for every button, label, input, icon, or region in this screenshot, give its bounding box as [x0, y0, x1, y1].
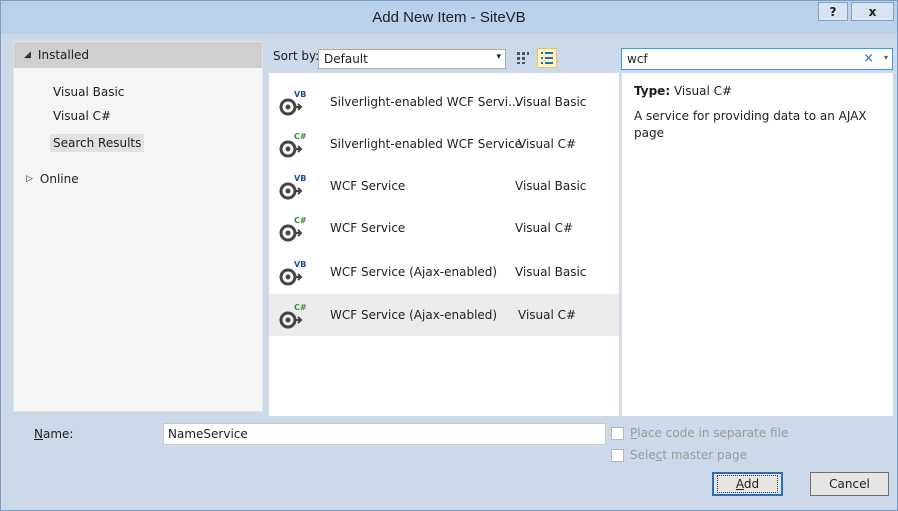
type-label: Type:: [634, 84, 671, 98]
add-button[interactable]: Add: [712, 472, 783, 496]
item-language: Visual C#: [518, 137, 577, 151]
svg-text:VB: VB: [294, 174, 306, 183]
svg-text:C#: C#: [294, 303, 307, 312]
dialog-title: Add New Item - SiteVB: [372, 9, 526, 26]
tree-node-installed[interactable]: ◢ Installed: [14, 42, 262, 68]
grid-view-icon: [517, 52, 529, 64]
online-label: Online: [39, 172, 79, 186]
wcf-service-icon: C#: [279, 132, 307, 158]
place-code-separate-checkbox[interactable]: Place code in separate file: [611, 426, 788, 440]
wcf-service-icon: VB: [279, 174, 306, 200]
item-name: WCF Service (Ajax-enabled): [330, 308, 498, 322]
item-details-pane: Type: Visual C# A service for providing …: [621, 73, 893, 416]
template-tree: ◢ Installed Visual Basic Visual C# Searc…: [13, 41, 263, 412]
svg-text:VB: VB: [294, 260, 306, 269]
search-input[interactable]: wcf × ▾: [621, 48, 893, 70]
item-name: WCF Service: [330, 179, 406, 193]
chevron-down-icon: ▾: [496, 52, 501, 62]
search-value: wcf: [627, 52, 648, 66]
collapsed-triangle-icon[interactable]: ▷: [26, 174, 33, 184]
item-name: Silverlight-enabled WCF Service: [330, 137, 523, 151]
item-language: Visual C#: [518, 308, 577, 322]
sort-by-label: Sort by:: [273, 49, 320, 63]
sort-by-dropdown[interactable]: Default ▾: [318, 49, 506, 69]
name-label: Name:: [34, 427, 74, 441]
cancel-button[interactable]: Cancel: [810, 472, 889, 496]
select-master-page-checkbox[interactable]: Select master page: [611, 448, 747, 462]
tree-item-search-results[interactable]: Search Results: [50, 134, 145, 152]
bottom-panel: Name: NameService Place code in separate…: [13, 419, 893, 507]
name-field-value: NameService: [168, 427, 248, 441]
tree-node-online[interactable]: ▷ Online: [26, 172, 79, 186]
tree-item-visual-csharp[interactable]: Visual C#: [50, 107, 114, 125]
wcf-service-icon: C#: [279, 216, 307, 242]
expanded-triangle-icon[interactable]: ◢: [24, 50, 31, 60]
svg-text:VB: VB: [294, 90, 306, 99]
checkbox-box[interactable]: [611, 426, 624, 440]
details-view-button[interactable]: [537, 48, 557, 68]
wcf-service-icon: VB: [279, 260, 306, 286]
search-options-chevron-icon[interactable]: ▾: [884, 53, 888, 62]
list-item[interactable]: C# Silverlight-enabled WCF Service Visua…: [269, 123, 619, 165]
svg-text:C#: C#: [294, 132, 307, 141]
wcf-service-icon: VB: [279, 90, 306, 116]
type-line: Type: Visual C#: [634, 84, 732, 98]
tree-item-visual-basic[interactable]: Visual Basic: [50, 83, 127, 101]
list-item[interactable]: C# WCF Service Visual C#: [269, 207, 619, 249]
list-toolbar: Sort by: Default ▾: [269, 41, 613, 71]
item-language: Visual C#: [515, 221, 574, 235]
item-description: A service for providing data to an AJAX …: [634, 109, 867, 140]
small-icons-view-button[interactable]: [513, 48, 533, 68]
list-item[interactable]: VB WCF Service Visual Basic: [269, 165, 619, 207]
item-language: Visual Basic: [515, 265, 587, 279]
item-language: Visual Basic: [515, 95, 587, 109]
item-language: Visual Basic: [515, 179, 587, 193]
installed-label: Installed: [37, 48, 90, 62]
name-field[interactable]: NameService: [163, 423, 606, 445]
checkbox-box[interactable]: [611, 448, 624, 462]
close-button[interactable]: x: [851, 2, 894, 21]
clear-search-icon[interactable]: ×: [863, 51, 874, 66]
help-button[interactable]: ?: [818, 2, 848, 21]
item-name: Silverlight-enabled WCF Servi...: [330, 95, 520, 109]
list-item[interactable]: VB Silverlight-enabled WCF Servi... Visu…: [269, 81, 619, 123]
item-name: WCF Service: [330, 221, 406, 235]
title-bar: Add New Item - SiteVB ? x: [1, 1, 897, 34]
list-item[interactable]: C# WCF Service (Ajax-enabled) Visual C#: [269, 294, 619, 336]
type-value: Visual C#: [673, 84, 733, 98]
sort-by-value: Default: [324, 52, 368, 66]
svg-text:C#: C#: [294, 216, 307, 225]
add-new-item-dialog: Add New Item - SiteVB ? x ◢ Installed Vi…: [0, 0, 898, 511]
template-list: VB Silverlight-enabled WCF Servi... Visu…: [269, 73, 619, 416]
place-code-label: Place code in separate file: [630, 426, 789, 440]
master-page-label: Select master page: [630, 448, 747, 462]
list-view-icon: [541, 52, 553, 64]
item-name: WCF Service (Ajax-enabled): [330, 265, 498, 279]
list-item[interactable]: VB WCF Service (Ajax-enabled) Visual Bas…: [269, 251, 619, 293]
wcf-service-icon: C#: [279, 303, 307, 329]
